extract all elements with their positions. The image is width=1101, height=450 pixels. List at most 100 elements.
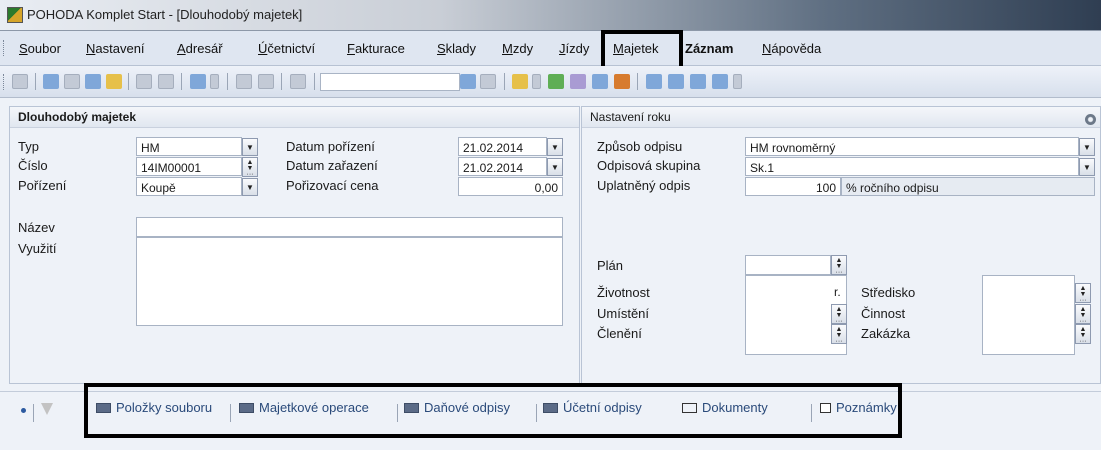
odpisova-skupina-dropdown-button[interactable]: ▼ — [1079, 158, 1095, 176]
plan-spin-button[interactable]: ▲ ▼ ··· — [831, 255, 847, 276]
cislo-field[interactable]: 14IM00001 — [136, 157, 242, 176]
datum-porizeni-field[interactable]: 21.02.2014 — [458, 137, 547, 156]
window-title: POHODA Komplet Start - [Dlouhodobý majet… — [27, 7, 303, 22]
cislo-label: Číslo — [18, 158, 48, 173]
menu-sklady[interactable]: Sklady — [437, 41, 476, 56]
toolbar-separator — [314, 73, 315, 90]
vyuziti-field[interactable] — [136, 237, 563, 326]
new-record-icon[interactable] — [136, 74, 152, 89]
toolbar-separator — [227, 73, 228, 90]
menu-bar: Soubor Nastavení Adresář Účetnictví Fakt… — [0, 31, 1101, 66]
uplatneny-odpis-field[interactable]: 100 — [745, 177, 841, 196]
odpisova-skupina-label: Odpisová skupina — [597, 158, 701, 173]
chevron-down-icon[interactable] — [210, 74, 219, 89]
menu-adresar[interactable]: Adresář — [177, 41, 223, 56]
cleneni-spin-button[interactable]: ▲ ▼ ··· — [831, 324, 847, 345]
dlouhodoby-majetek-panel: Dlouhodobý majetek Typ HM ▼ Číslo 14IM00… — [9, 106, 580, 384]
delete-icon[interactable] — [290, 74, 306, 89]
toolbar-separator — [128, 73, 129, 90]
menu-ucetnictvi[interactable]: Účetnictví — [258, 41, 315, 56]
gear-icon[interactable] — [1085, 114, 1096, 125]
stredisko-spin-button[interactable]: ▲ ▼ ··· — [1075, 283, 1091, 304]
title-bar: POHODA Komplet Start - [Dlouhodobý majet… — [0, 0, 1101, 31]
nastaveni-roku-panel: Nastavení roku Způsob odpisu HM rovnoměr… — [581, 106, 1101, 384]
help-icon[interactable] — [712, 74, 728, 89]
cleneni-label: Členění — [597, 326, 642, 341]
porizeni-label: Pořízení — [18, 178, 67, 193]
folder-icon[interactable] — [512, 74, 528, 89]
refresh-icon[interactable] — [548, 74, 564, 89]
panel-header: Nastavení roku — [582, 107, 1100, 128]
window-cascade-icon[interactable] — [690, 74, 706, 89]
stredisko-cinnost-zakazka-fields[interactable] — [982, 275, 1075, 355]
menu-mzdy[interactable]: Mzdy — [502, 41, 533, 56]
uplatneny-odpis-label: Uplatněný odpis — [597, 178, 691, 193]
record-indicator-icon — [21, 408, 26, 413]
filter-icon[interactable] — [41, 403, 53, 415]
menu-napoveda[interactable]: Nápověda — [762, 41, 821, 56]
typ-label: Typ — [18, 139, 39, 154]
save-icon[interactable] — [236, 74, 252, 89]
cinnost-spin-button[interactable]: ▲ ▼ ··· — [1075, 304, 1091, 325]
save-all-icon[interactable] — [258, 74, 274, 89]
cislo-spin-button[interactable]: ▲ ▼ ··· — [242, 157, 258, 178]
navigation-icon[interactable] — [190, 74, 206, 89]
preview-icon[interactable] — [85, 74, 101, 89]
chevron-down-icon[interactable] — [532, 74, 541, 89]
calculator-icon[interactable] — [570, 74, 586, 89]
datum-zarazeni-label: Datum zařazení — [286, 158, 378, 173]
umisteni-spin-button[interactable]: ▲ ▼ ··· — [831, 304, 847, 325]
window-icon[interactable] — [646, 74, 662, 89]
chevron-down-icon[interactable] — [733, 74, 742, 89]
zpusob-odpisu-dropdown-button[interactable]: ▼ — [1079, 138, 1095, 156]
menu-grip — [3, 40, 7, 56]
copy-icon[interactable] — [106, 74, 122, 89]
cinnost-label: Činnost — [861, 306, 906, 321]
typ-field[interactable]: HM — [136, 137, 242, 156]
window-tile-icon[interactable] — [668, 74, 684, 89]
zivotnost-label: Životnost — [597, 285, 650, 300]
menu-fakturace[interactable]: Fakturace — [347, 41, 405, 56]
datum-porizeni-calendar-button[interactable]: ▼ — [547, 138, 563, 156]
user-icon[interactable] — [614, 74, 630, 89]
quick-search-input[interactable] — [320, 73, 460, 91]
toolbar-separator — [637, 73, 638, 90]
porizovaci-cena-field[interactable]: 0,00 — [458, 177, 563, 196]
datum-zarazeni-calendar-button[interactable]: ▼ — [547, 158, 563, 176]
panel-title: Nastavení roku — [590, 110, 671, 124]
toolbar — [0, 66, 1101, 98]
toolbar-separator — [181, 73, 182, 90]
zakazka-label: Zakázka — [861, 326, 911, 341]
toolbar-separator — [281, 73, 282, 90]
odpisova-skupina-field[interactable]: Sk.1 — [745, 157, 1079, 176]
stredisko-label: Středisko — [861, 285, 916, 300]
nazev-label: Název — [18, 220, 55, 235]
print-icon[interactable] — [64, 74, 80, 89]
menu-zaznam[interactable]: Záznam — [685, 41, 733, 56]
menu-soubor[interactable]: Soubor — [19, 41, 61, 56]
zakazka-spin-button[interactable]: ▲ ▼ ··· — [1075, 324, 1091, 345]
porizeni-field[interactable]: Koupě — [136, 177, 242, 196]
toolbar-grip — [3, 74, 7, 90]
nazev-field[interactable] — [136, 217, 563, 237]
plan-field[interactable] — [745, 255, 831, 275]
toolbar-separator — [35, 73, 36, 90]
filter-icon[interactable] — [480, 74, 496, 89]
porizovaci-cena-label: Pořizovací cena — [286, 178, 379, 193]
zpusob-odpisu-label: Způsob odpisu — [597, 139, 683, 154]
uplatneny-odpis-unit: % ročního odpisu — [841, 177, 1095, 196]
toolbar-separator — [504, 73, 505, 90]
find-icon[interactable] — [43, 74, 59, 89]
search-icon[interactable] — [460, 74, 476, 89]
edit-icon[interactable] — [158, 74, 174, 89]
tree-icon[interactable] — [12, 74, 28, 89]
datum-zarazeni-field[interactable]: 21.02.2014 — [458, 157, 547, 176]
panel-header: Dlouhodobý majetek — [10, 107, 579, 128]
datum-porizeni-label: Datum pořízení — [286, 139, 375, 154]
table-icon[interactable] — [592, 74, 608, 89]
typ-dropdown-button[interactable]: ▼ — [242, 138, 258, 156]
menu-jizdy[interactable]: Jízdy — [559, 41, 589, 56]
menu-nastaveni[interactable]: Nastavení — [86, 41, 145, 56]
porizeni-dropdown-button[interactable]: ▼ — [242, 178, 258, 196]
zpusob-odpisu-field[interactable]: HM rovnoměrný — [745, 137, 1079, 156]
